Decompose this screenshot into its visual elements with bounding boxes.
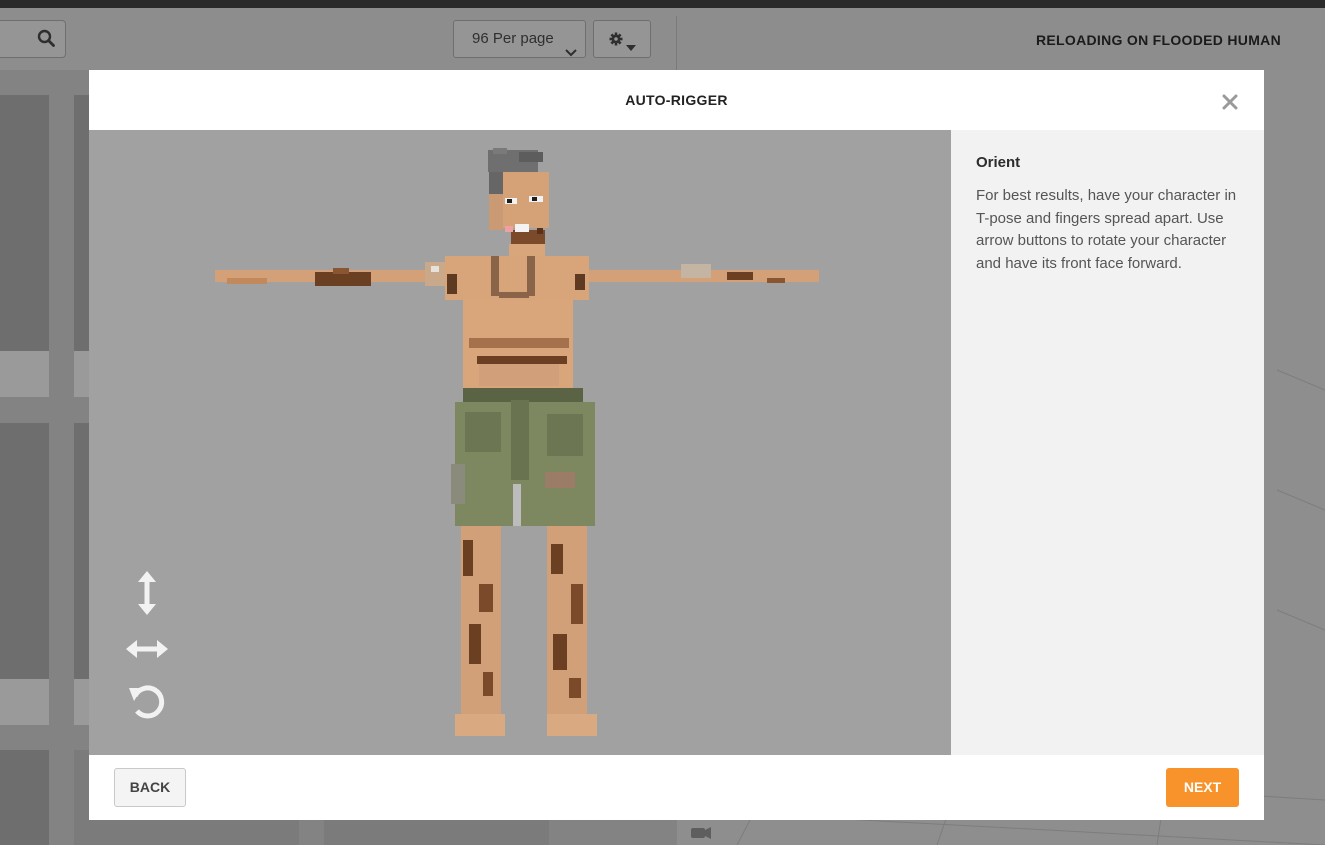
step-title: Orient	[976, 154, 1021, 171]
right-panel-title: RELOADING ON FLOODED HUMAN	[1035, 32, 1281, 48]
search-box[interactable]	[0, 20, 66, 58]
per-page-value: 96 Per page	[472, 30, 554, 47]
modal-title: AUTO-RIGGER	[625, 92, 728, 108]
header-divider	[676, 16, 677, 78]
next-button[interactable]: NEXT	[1166, 768, 1239, 807]
rotate-vertical-icon[interactable]	[125, 570, 169, 616]
settings-dropdown-button[interactable]	[593, 20, 651, 58]
modal-header: AUTO-RIGGER	[89, 70, 1264, 130]
auto-rigger-modal: AUTO-RIGGER Orient For best results, hav…	[89, 70, 1264, 820]
character-model	[215, 148, 819, 736]
search-icon[interactable]	[37, 29, 55, 52]
app-header: 96 Per page RELOADING ON FLOODED HUMAN	[0, 8, 1325, 78]
per-page-select[interactable]: 96 Per page	[453, 20, 586, 58]
asset-card-caption	[0, 679, 49, 725]
back-button[interactable]: BACK	[114, 768, 186, 807]
caret-down-icon	[626, 38, 636, 56]
asset-card-caption	[74, 351, 89, 397]
top-strip	[0, 0, 1325, 8]
asset-card-caption	[74, 679, 89, 725]
rotate-horizontal-icon[interactable]	[125, 626, 169, 672]
chevron-down-icon	[565, 35, 577, 71]
asset-card-caption	[0, 351, 49, 397]
step-description: For best results, have your character in…	[976, 187, 1237, 272]
asset-card[interactable]	[0, 423, 49, 725]
asset-card[interactable]	[74, 95, 89, 397]
asset-card[interactable]	[0, 750, 49, 845]
asset-card[interactable]	[74, 423, 89, 725]
asset-card[interactable]	[0, 95, 49, 397]
gear-icon	[609, 32, 623, 51]
rotate-reset-icon[interactable]	[125, 678, 169, 724]
instructions-panel: Orient For best results, have your chara…	[951, 130, 1264, 755]
camera-icon[interactable]	[691, 827, 711, 839]
modal-footer: BACK NEXT	[89, 755, 1264, 820]
close-icon[interactable]	[1222, 94, 1238, 110]
character-stage[interactable]	[89, 130, 951, 755]
